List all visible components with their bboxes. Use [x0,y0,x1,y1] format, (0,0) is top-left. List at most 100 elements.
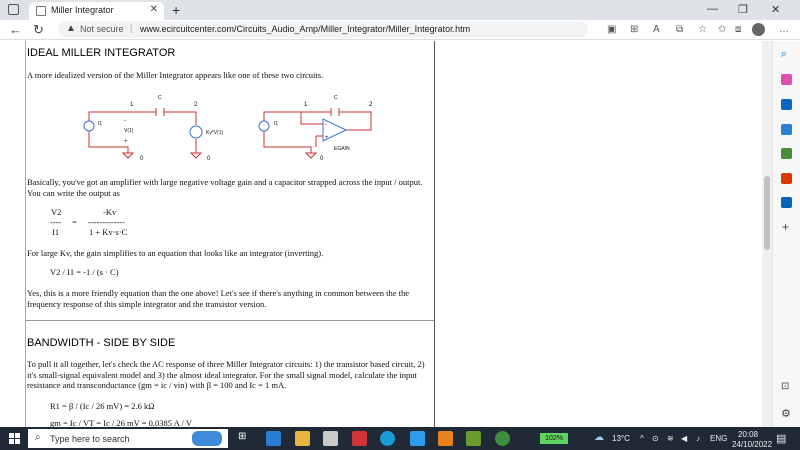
page-content: IDEAL MILLER INTEGRATOR A more idealized… [0,41,772,427]
search-icon: ⌕ [35,432,41,443]
tray-network-icon[interactable]: ⊙ [652,434,659,443]
read-aloud-icon[interactable]: A [653,24,660,35]
paragraph-amplifier: Basically, you've got an amplifier with … [27,177,423,198]
sidebar-games-icon[interactable] [781,124,792,135]
scrollbar-thumb[interactable] [764,176,770,250]
paragraph-friendly-equation: Yes, this is a more friendly equation th… [27,288,410,309]
app-icon-9[interactable] [495,431,510,446]
sidebar-hide-icon[interactable]: ⊡ [781,381,789,392]
c1-node2: 2 [194,102,198,108]
eq1-equals: = [72,217,77,227]
app-icon-3[interactable] [323,431,338,446]
windows-taskbar: ⌕ Type here to search ⊞ 102% ☁ 13°C ^ ⊙ … [0,427,800,450]
notification-icon[interactable]: ▤ [776,432,786,445]
heading-bandwidth: BANDWIDTH - SIDE BY SIDE [27,337,176,349]
title-bar: Miller Integrator ✕ + — ❐ ✕ [0,0,800,20]
tray-speaker-icon[interactable]: ♪ [696,434,700,443]
restore-icon[interactable]: ❐ [738,3,748,16]
weather-cloud-icon[interactable]: ☁ [594,432,604,443]
eq1-num-right: -Kv [103,207,117,217]
left-border [25,41,26,427]
voltage-source-one [189,125,203,139]
tab-close-icon[interactable]: ✕ [150,4,158,15]
favorites-icon[interactable]: ✩ [718,24,726,35]
c1-i1: I1 [98,121,102,127]
paragraph-ac-response: To pull it all together, let's check the… [27,359,425,391]
tray-wifi-icon[interactable]: ≋ [667,434,674,443]
weather-temp[interactable]: 13°C [612,434,630,443]
warning-icon: ▲ [66,23,76,34]
refresh-icon[interactable]: ↻ [33,22,44,38]
circuit-two [263,108,372,159]
minimize-icon[interactable]: — [707,3,718,15]
app-icon-7[interactable] [438,431,453,446]
eq1-num-left: V2 [51,207,62,217]
language-indicator[interactable]: ENG [710,434,727,443]
profile-avatar[interactable] [752,23,765,36]
sidebar-m365-icon[interactable] [781,148,792,159]
clock-date[interactable]: 24/10/2022 [732,440,772,449]
tab-actions-icon[interactable] [8,4,19,15]
c1-gnd2: 0 [207,156,211,162]
eq1-dash-left: ---- [50,217,62,227]
intro-paragraph: A more idealized version of the Miller I… [27,70,324,80]
app-available-icon[interactable]: ⧉ [676,24,683,35]
c1-minus: - [124,118,126,124]
sidebar-tools-icon[interactable] [781,99,792,110]
eq2: V2 / I1 = -1 / (s · C) [50,267,119,277]
windows-start-icon[interactable] [9,433,20,444]
halloween-widget-icon[interactable] [192,431,222,446]
close-window-icon[interactable]: ✕ [771,3,780,16]
tray-chevron-icon[interactable]: ^ [640,434,644,443]
tray-volume-icon[interactable]: ◀ [681,434,687,443]
eq1-den-left: I1 [52,227,60,237]
mail-app-icon[interactable] [266,431,281,446]
paragraph-large-kv: For large Kv, the gain simplifies to an … [27,248,324,258]
back-icon[interactable]: ← [9,22,22,37]
screen-capture-icon[interactable]: ▣ [607,24,616,35]
battery-indicator[interactable]: 102% [540,433,568,444]
url-text: www.ecircuitcenter.com/Circuits_Audio_Am… [140,24,471,34]
collections-icon[interactable]: ⧈ [735,24,741,35]
sidebar-outlook-icon[interactable] [781,197,792,208]
app-icon-8[interactable] [466,431,481,446]
c1-gnd1: 0 [140,156,144,162]
sidebar-shopping-icon[interactable] [781,74,792,85]
c2-plus: + [325,135,329,141]
eq4: gm = Ic / VT = Ic / 26 mV = 0.0385 A / V [50,418,192,427]
c2-egain: EGAIN [334,146,350,152]
sidebar-add-icon[interactable]: + [782,220,789,234]
right-border [434,41,435,427]
url-separator: | [130,23,133,33]
edge-taskbar-icon[interactable] [380,431,395,446]
task-view-icon[interactable]: ⊞ [238,431,253,446]
eq1-den-right: 1 + Kv·s·C [89,227,128,237]
c2-label: C [334,95,338,101]
current-source-two [258,120,270,132]
section-divider [25,320,434,321]
more-menu-icon[interactable]: … [779,24,789,35]
heading-ideal-miller: IDEAL MILLER INTEGRATOR [27,47,176,59]
grid-icon[interactable]: ⊞ [630,24,638,35]
file-explorer-icon[interactable] [295,431,310,446]
tab-miller-integrator[interactable]: Miller Integrator ✕ [29,2,164,20]
new-tab-button[interactable]: + [172,2,180,18]
app-icon-4[interactable] [352,431,367,446]
eq3: R1 = β / (Ic / 26 mV) = 2.6 kΩ [50,401,155,411]
current-source-one [83,120,95,132]
c1-source-label: Kv*V(1) [206,130,224,136]
address-bar[interactable]: ▲ Not secure | www.ecircuitcenter.com/Ci… [58,21,588,38]
app-icon-6[interactable] [410,431,425,446]
sidebar-search-icon[interactable]: ⌕ [781,48,787,61]
c1-label: C [158,95,162,101]
favorite-star-icon[interactable]: ☆ [698,24,707,35]
browser-toolbar: ← ↻ ▲ Not secure | www.ecircuitcenter.co… [0,20,800,40]
search-placeholder: Type here to search [50,434,130,444]
clock-time[interactable]: 20:08 [738,430,758,439]
c2-minus: - [325,122,327,128]
sidebar-settings-icon[interactable]: ⚙ [781,407,791,420]
c2-gnd: 0 [320,156,324,162]
c2-node1: 1 [304,102,308,108]
circuit-diagrams: C 1 2 I1 - V(1) + Kv*V(1) 0 0 C 1 2 I1 -… [83,95,373,162]
sidebar-office-icon[interactable] [781,173,792,184]
